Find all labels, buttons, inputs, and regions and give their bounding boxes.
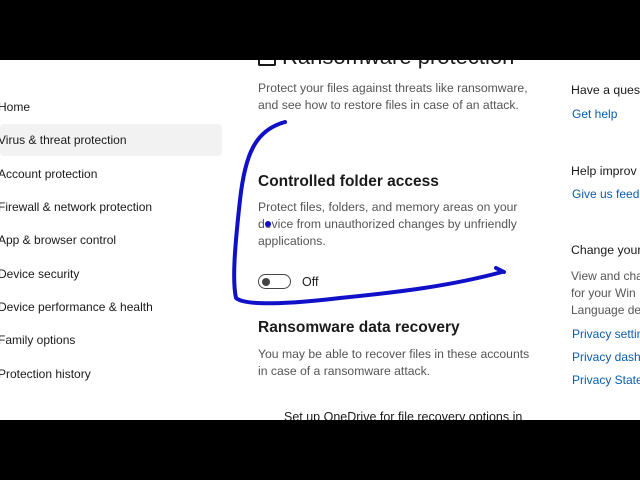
page-title-text: Ransomware protection	[282, 60, 514, 69]
sidebar-item-device-performance-health[interactable]: Device performance & health	[0, 291, 222, 323]
privacy-text-line: View and cha	[571, 269, 640, 283]
privacy-text-line: for your Win	[571, 286, 636, 300]
feedback-link[interactable]: Give us feedb	[572, 187, 640, 201]
cfa-description: Protect files, folders, and memory areas…	[258, 200, 518, 248]
page-title: Ransomware protection	[258, 60, 514, 70]
sidebar-item-label: Virus & threat protection	[0, 133, 127, 147]
sidebar-item-home[interactable]: Home	[0, 91, 222, 123]
sidebar-item-label: Firewall & network protection	[0, 200, 153, 214]
recovery-description: You may be able to recover files in thes…	[258, 347, 530, 378]
right-column: Have a quest Get help Help improv Give u…	[571, 60, 640, 420]
improve-heading: Help improv	[571, 164, 637, 178]
toggle-knob	[262, 277, 270, 286]
privacy-statement-link[interactable]: Privacy Stater	[572, 373, 640, 387]
sidebar-item-label: Family options	[0, 333, 76, 347]
sidebar-item-label: Device security	[0, 267, 80, 281]
sidebar-item-label: Account protection	[0, 167, 98, 181]
sidebar-item-label: App & browser control	[0, 233, 117, 247]
sidebar-item-label: Device performance & health	[0, 300, 153, 314]
sidebar-item-family-options[interactable]: Family options	[0, 324, 222, 356]
question-heading: Have a quest	[571, 83, 640, 97]
privacy-text-line: Language de	[571, 303, 640, 317]
intro-text: Protect your files against threats like …	[258, 81, 528, 112]
get-help-link[interactable]: Get help	[572, 107, 617, 121]
privacy-settings-link[interactable]: Privacy settin	[572, 327, 640, 341]
sidebar-item-virus-threat-protection[interactable]: Virus & threat protection	[0, 124, 222, 156]
cfa-toggle-state: Off	[302, 275, 319, 289]
folder-shield-icon	[258, 60, 276, 67]
cfa-toggle[interactable]	[258, 274, 291, 289]
app-window: Home Virus & threat protection Account p…	[0, 60, 640, 420]
privacy-heading: Change your	[571, 243, 640, 257]
sidebar-item-app-browser-control[interactable]: App & browser control	[0, 224, 222, 256]
sidebar-item-device-security[interactable]: Device security	[0, 258, 222, 290]
sidebar-nav: Home Virus & threat protection Account p…	[0, 60, 230, 420]
sidebar-item-protection-history[interactable]: Protection history	[0, 358, 222, 390]
sidebar-item-label: Protection history	[0, 367, 91, 381]
sidebar-item-label: Home	[0, 100, 31, 114]
sidebar-item-account-protection[interactable]: Account protection	[0, 158, 222, 190]
main-content: Ransomware protection Protect your files…	[258, 60, 548, 420]
cfa-heading: Controlled folder access	[258, 173, 439, 190]
recovery-heading: Ransomware data recovery	[258, 319, 460, 336]
sidebar-item-firewall-network-protection[interactable]: Firewall & network protection	[0, 191, 222, 223]
onedrive-setup-link[interactable]: Set up OneDrive for file recovery option…	[284, 410, 522, 420]
privacy-dashboard-link[interactable]: Privacy dashb	[572, 350, 640, 364]
